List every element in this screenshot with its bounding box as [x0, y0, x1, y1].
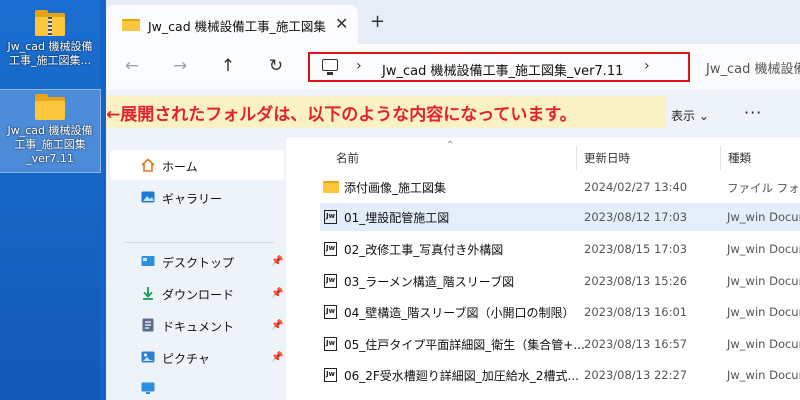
pin-icon[interactable]: 📌 [271, 352, 283, 363]
back-button[interactable]: ← [120, 54, 144, 78]
file-type: Jw_win Document [727, 305, 800, 319]
pin-icon[interactable]: 📌 [271, 256, 283, 267]
list-item[interactable]: Jw 05_住戸タイプ平面詳細図_衛生（集合管+... 2023/08/13 1… [320, 330, 800, 358]
sidebar-item-home[interactable]: ホーム [162, 158, 198, 175]
navigation-pane: ホーム ギャラリー デスクトップ 📌 ダウンロード 📌 ドキュメント 📌 ピクチ… [106, 138, 286, 400]
file-date: 2023/08/12 17:03 [584, 210, 688, 224]
file-date: 2023/08/13 22:27 [584, 368, 688, 382]
file-type: Jw_win Document [727, 210, 800, 224]
navigation-bar: ← → ↑ ↻ › Jw_cad 機械設備工事_施工図集_ver7.11 › J… [106, 44, 800, 90]
zip-folder-icon [35, 10, 65, 36]
home-icon [141, 158, 155, 172]
pin-icon[interactable]: 📌 [271, 320, 283, 331]
file-type: Jw_win Document [727, 337, 800, 351]
tab-active[interactable]: Jw_cad 機械設備工事_施工図集 ✕ [106, 5, 358, 44]
callout-text: ←展開されたフォルダは、以下のような内容になっています。 [106, 105, 577, 125]
download-icon [143, 287, 153, 300]
file-date: 2024/02/27 13:40 [584, 180, 688, 194]
address-bar[interactable]: › Jw_cad 機械設備工事_施工図集_ver7.11 › [308, 52, 690, 82]
jw-document-icon: Jw [324, 337, 337, 351]
pictures-icon [141, 351, 155, 363]
pin-icon[interactable]: 📌 [271, 288, 283, 299]
jw-document-icon: Jw [324, 210, 337, 224]
breadcrumb-overflow[interactable]: Jw_cad 機械設備 [706, 58, 800, 77]
desktop: Jw_cad 機械設備 工事_施工図集... Jw_cad 機械設備 工事_施工… [0, 0, 101, 400]
list-item[interactable]: Jw 04_壁構造_階スリーブ図（小開口の制限） 2023/08/13 16:0… [320, 298, 800, 326]
file-date: 2023/08/15 17:03 [584, 242, 688, 256]
file-date: 2023/08/13 16:01 [584, 305, 688, 319]
desktop-icon-label: Jw_cad 機械設備 工事_施工図集... [7, 40, 93, 67]
file-name: 01_埋設配管施工図 [344, 211, 450, 225]
file-type: Jw_win Document [727, 242, 800, 256]
folder-icon [323, 180, 339, 193]
annotation-callout: ←展開されたフォルダは、以下のような内容になっています。 [106, 96, 666, 128]
list-item[interactable]: Jw 01_埋設配管施工図 2023/08/12 17:03 Jw_win Do… [320, 203, 800, 231]
document-icon [142, 318, 154, 332]
list-item[interactable]: Jw 06_2F受水槽廻り詳細図_加圧給水_2槽式... 2023/08/13 … [320, 361, 800, 389]
jw-document-icon: Jw [324, 274, 337, 288]
file-type: Jw_win Document [727, 274, 800, 288]
refresh-button[interactable]: ↻ [264, 54, 288, 78]
file-date: 2023/08/13 16:57 [584, 337, 688, 351]
desktop-icon-zip[interactable]: Jw_cad 機械設備 工事_施工図集... [0, 6, 100, 78]
file-name: 05_住戸タイプ平面詳細図_衛生（集合管+... [344, 338, 585, 352]
folder-icon [35, 94, 65, 120]
jw-document-icon: Jw [324, 305, 337, 319]
view-menu-button[interactable]: 表示 ⌄ [671, 107, 709, 124]
column-header-date[interactable]: 更新日時 [584, 150, 630, 166]
file-date: 2023/08/13 15:26 [584, 274, 688, 288]
divider [124, 242, 274, 243]
chevron-right-icon[interactable]: › [644, 58, 650, 74]
jw-document-icon: Jw [324, 368, 337, 382]
folder-icon [122, 17, 140, 31]
list-item[interactable]: 添付画像_施工図集 2024/02/27 13:40 ファイル フォルダー [320, 173, 800, 201]
jw-document-icon: Jw [324, 242, 337, 256]
sidebar-item-pictures[interactable]: ピクチャ [162, 350, 210, 367]
up-button[interactable]: ↑ [216, 54, 240, 78]
file-type: ファイル フォルダー [727, 181, 800, 195]
close-tab-button[interactable]: ✕ [335, 14, 348, 33]
file-name: 06_2F受水槽廻り詳細図_加圧給水_2槽式... [344, 369, 579, 383]
column-divider[interactable] [720, 146, 721, 170]
sidebar-item-gallery[interactable]: ギャラリー [162, 190, 222, 207]
desktop-icon-label: Jw_cad 機械設備 工事_施工図集 _ver7.11 [7, 124, 93, 165]
column-header-name[interactable]: 名前 [336, 150, 359, 166]
tab-title: Jw_cad 機械設備工事_施工図集 [148, 19, 326, 34]
file-list: ⌃ 名前 更新日時 種類 添付画像_施工図集 2024/02/27 13:40 … [286, 138, 800, 400]
list-item[interactable]: Jw 02_改修工事_写真付き外構図 2023/08/15 17:03 Jw_w… [320, 235, 800, 263]
file-name: 添付画像_施工図集 [344, 181, 447, 195]
forward-button[interactable]: → [168, 54, 192, 78]
file-type: Jw_win Document [727, 368, 800, 382]
tab-bar: Jw_cad 機械設備工事_施工図集 ✕ + [106, 0, 800, 44]
sidebar-item-documents[interactable]: ドキュメント [162, 318, 234, 335]
list-item[interactable]: Jw 03_ラーメン構造_階スリーブ図 2023/08/13 15:26 Jw_… [320, 267, 800, 295]
computer-icon [322, 59, 338, 71]
new-tab-button[interactable]: + [370, 13, 385, 31]
column-header-type[interactable]: 種類 [728, 150, 751, 166]
monitor-icon [141, 382, 155, 394]
sidebar-item-downloads[interactable]: ダウンロード [162, 286, 234, 303]
file-name: 04_壁構造_階スリーブ図（小開口の制限） [344, 306, 575, 320]
desktop-icon-folder[interactable]: Jw_cad 機械設備 工事_施工図集 _ver7.11 [0, 89, 101, 173]
chevron-right-icon[interactable]: › [356, 58, 362, 74]
gallery-icon [141, 191, 155, 203]
sort-ascending-icon: ⌃ [446, 140, 455, 151]
desktop-icon [141, 256, 155, 266]
column-divider[interactable] [576, 146, 577, 170]
file-name: 03_ラーメン構造_階スリーブ図 [344, 275, 515, 289]
breadcrumb-current[interactable]: Jw_cad 機械設備工事_施工図集_ver7.11 [382, 60, 623, 79]
sidebar-item-desktop[interactable]: デスクトップ [162, 254, 234, 271]
more-options-icon[interactable]: ··· [744, 103, 762, 122]
file-name: 02_改修工事_写真付き外構図 [344, 243, 504, 257]
